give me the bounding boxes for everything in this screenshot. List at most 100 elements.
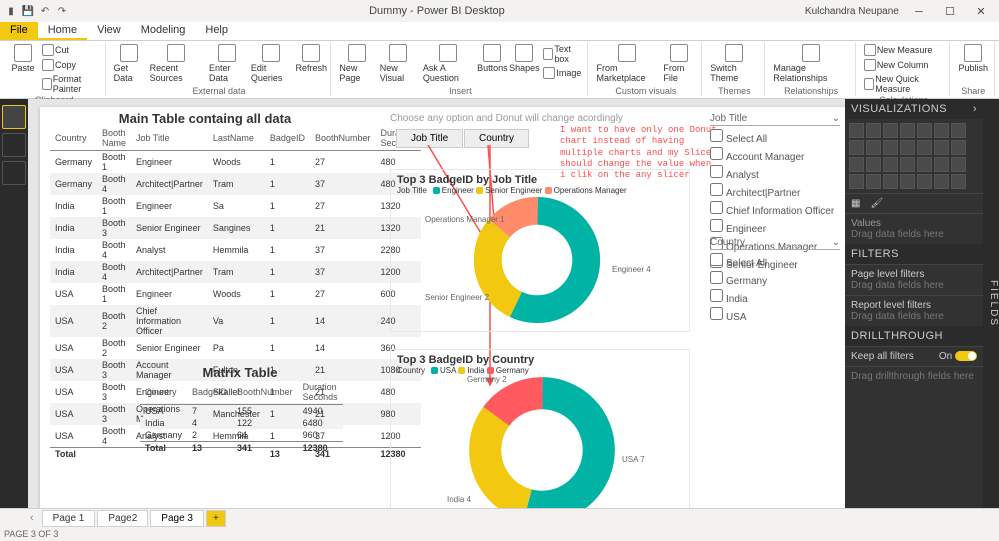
slicer-option[interactable]: India (710, 288, 840, 306)
slicer-option[interactable]: Select All (710, 128, 840, 146)
manage-relationships-button[interactable]: Manage Relationships (772, 43, 849, 86)
slicer-country-button[interactable]: Country (464, 129, 529, 148)
from-file-button[interactable]: From File (662, 43, 696, 86)
new-quick-measure-button[interactable]: New Quick Measure (863, 73, 945, 95)
ribbon: Paste Cut Copy Format Painter Clipboard … (0, 41, 999, 99)
close-button[interactable]: ✕ (967, 5, 995, 18)
shapes-button[interactable]: Shapes (510, 43, 538, 86)
viz-type-icon[interactable] (883, 123, 898, 138)
publish-button[interactable]: Publish (957, 43, 989, 86)
tab-view[interactable]: View (87, 22, 131, 40)
redo-icon[interactable]: ↷ (55, 4, 69, 18)
ask-question-button[interactable]: Ask A Question (422, 43, 475, 86)
keep-filters-toggle[interactable] (955, 351, 977, 361)
viz-type-icon[interactable] (934, 140, 949, 155)
viz-type-icon[interactable] (866, 157, 881, 172)
viz-type-icon[interactable] (934, 157, 949, 172)
viz-type-icon[interactable] (883, 140, 898, 155)
switch-theme-button[interactable]: Switch Theme (709, 43, 759, 86)
slicer-option[interactable]: Chief Information Officer (710, 200, 840, 218)
slicer-option[interactable]: Engineer (710, 218, 840, 236)
viz-type-icon[interactable] (934, 174, 949, 189)
new-visual-button[interactable]: New Visual (379, 43, 418, 86)
new-column-button[interactable]: New Column (863, 58, 945, 72)
hint-text: Choose any option and Donut will change … (390, 113, 623, 124)
slicer-option[interactable]: USA (710, 306, 840, 324)
viz-type-icon[interactable] (951, 174, 966, 189)
fields-tab-icon[interactable]: ▦ (851, 198, 860, 209)
undo-icon[interactable]: ↶ (38, 4, 52, 18)
slicer-option[interactable]: Architect|Partner (710, 182, 840, 200)
viz-type-icon[interactable] (866, 140, 881, 155)
page-tab-3[interactable]: Page 3 (150, 510, 204, 527)
textbox-button[interactable]: Text box (542, 43, 582, 65)
visualizations-pane[interactable]: VISUALIZATIONS› ▦ 🖌 Values Drag data fie… (845, 99, 983, 508)
viz-type-icon[interactable] (900, 174, 915, 189)
matrix-table[interactable]: CountryBadgeIDBoothNumberDuration Second… (140, 380, 343, 454)
get-data-button[interactable]: Get Data (113, 43, 145, 86)
viz-type-icon[interactable] (900, 123, 915, 138)
viz-type-icon[interactable] (849, 123, 864, 138)
country-slicer[interactable]: Country⌄ Select AllGermanyIndiaUSA (710, 237, 840, 324)
format-tab-icon[interactable]: 🖌 (870, 198, 883, 209)
viz-type-icon[interactable] (951, 140, 966, 155)
page-tab-2[interactable]: Page2 (97, 510, 148, 527)
save-icon[interactable]: 💾 (21, 4, 35, 18)
from-marketplace-button[interactable]: From Marketplace (595, 43, 658, 86)
tab-home[interactable]: Home (38, 22, 87, 40)
prev-page-icon[interactable]: ‹ (30, 512, 34, 524)
model-view-icon[interactable] (2, 161, 26, 185)
viz-type-icon[interactable] (934, 123, 949, 138)
recent-sources-button[interactable]: Recent Sources (149, 43, 204, 86)
viz-type-icon[interactable] (900, 157, 915, 172)
copy-button[interactable]: Copy (41, 58, 100, 72)
viz-type-icon[interactable] (866, 123, 881, 138)
add-page-button[interactable]: + (206, 510, 226, 527)
image-button[interactable]: Image (542, 66, 582, 80)
user-name: Kulchandra Neupane (805, 6, 899, 17)
visualization-gallery[interactable] (845, 119, 983, 193)
paste-button[interactable]: Paste (9, 43, 37, 95)
viz-type-icon[interactable] (917, 157, 932, 172)
viz-type-icon[interactable] (849, 157, 864, 172)
slicer-option[interactable]: Analyst (710, 164, 840, 182)
viz-type-icon[interactable] (917, 123, 932, 138)
viz-type-icon[interactable] (917, 174, 932, 189)
slicer-option[interactable]: Account Manager (710, 146, 840, 164)
viz-type-icon[interactable] (951, 157, 966, 172)
viz-type-icon[interactable] (900, 140, 915, 155)
report-view-icon[interactable] (2, 105, 26, 129)
report-canvas[interactable]: Main Table containg all data CountryBoot… (28, 99, 845, 508)
tab-help[interactable]: Help (195, 22, 238, 40)
page-tabs: ‹ Page 1 Page2 Page 3 + (0, 508, 999, 527)
viz-type-icon[interactable] (849, 174, 864, 189)
cut-button[interactable]: Cut (41, 43, 100, 57)
tab-file[interactable]: File (0, 22, 38, 40)
viz-type-icon[interactable] (849, 140, 864, 155)
viz-type-icon[interactable] (883, 157, 898, 172)
viz-type-icon[interactable] (866, 174, 881, 189)
page-tab-1[interactable]: Page 1 (42, 510, 96, 527)
slicer-option[interactable]: Germany (710, 270, 840, 288)
viz-type-icon[interactable] (917, 140, 932, 155)
fields-pane-collapsed[interactable]: FIELDS (983, 99, 999, 508)
viz-type-icon[interactable] (883, 174, 898, 189)
status-bar: PAGE 3 OF 3 (0, 527, 999, 541)
new-measure-button[interactable]: New Measure (863, 43, 945, 57)
tab-modeling[interactable]: Modeling (131, 22, 196, 40)
chevron-right-icon[interactable]: › (973, 103, 977, 115)
enter-data-button[interactable]: Enter Data (208, 43, 246, 86)
chevron-down-icon[interactable]: ⌄ (832, 113, 840, 124)
data-view-icon[interactable] (2, 133, 26, 157)
format-painter-button[interactable]: Format Painter (41, 73, 100, 95)
slicer-jobtitle-button[interactable]: Job Title (396, 129, 463, 148)
slicer-option[interactable]: Select All (710, 252, 840, 270)
minimize-button[interactable]: ─ (905, 6, 933, 18)
viz-type-icon[interactable] (951, 123, 966, 138)
new-page-button[interactable]: New Page (338, 43, 374, 86)
chevron-down-icon[interactable]: ⌄ (832, 237, 840, 248)
buttons-button[interactable]: Buttons (478, 43, 506, 86)
maximize-button[interactable]: ☐ (936, 5, 964, 18)
edit-queries-button[interactable]: Edit Queries (250, 43, 293, 86)
refresh-button[interactable]: Refresh (297, 43, 325, 86)
